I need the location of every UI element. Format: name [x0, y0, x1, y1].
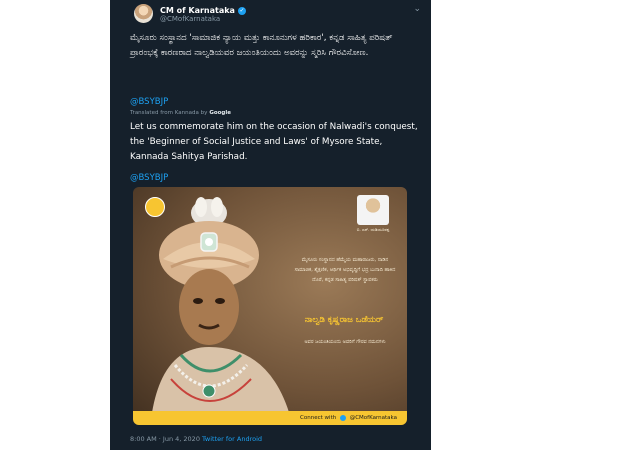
connect-handle: @CMofKarnataka	[349, 415, 397, 421]
verified-badge-icon: ✓	[237, 6, 246, 15]
cm-photo	[357, 195, 389, 225]
author-name-row[interactable]: CM of Karnataka ✓	[160, 6, 246, 15]
cm-caption: ಬಿ. ಎಸ್. ಯಡಿಯೂರಪ್ಪ	[356, 227, 390, 232]
poster-king-name: ನಾಲ್ವಡಿ ಕೃಷ್ಣರಾಜ ಒಡೆಯರ್	[304, 315, 384, 325]
tweet-text-english: Let us commemorate him on the occasion o…	[130, 122, 418, 162]
tweet-timestamp[interactable]: 8:00 AM · Jun 4, 2020	[130, 435, 200, 443]
tweet-header: CM of Karnataka ✓ @CMofKarnataka ⌄	[134, 4, 421, 24]
translation-label: Translated from Kannada by Google	[130, 110, 231, 116]
translated-from-text: Translated from Kannada by	[130, 110, 208, 116]
twitter-icon	[339, 414, 346, 421]
tweet-image[interactable]: ಬಿ. ಎಸ್. ಯಡಿಯೂರಪ್ಪ ಮೈಸೂರು ಸಂಸ್ಥಾನದ ಹೆಮ್ಮ…	[133, 187, 407, 425]
mention-link[interactable]: @BSYBJP	[130, 97, 168, 107]
tweet-footer: 8:00 AM · Jun 4, 2020 Twitter for Androi…	[130, 435, 262, 443]
google-logo: Google	[209, 110, 231, 116]
connect-label: Connect with	[300, 415, 337, 421]
author-handle[interactable]: @CMofKarnataka	[160, 15, 220, 23]
tweet-source[interactable]: Twitter for Android	[202, 435, 262, 443]
poster-connect-bar: Connect with @CMofKarnataka	[133, 411, 407, 425]
maharaja-portrait	[151, 197, 291, 419]
chevron-down-icon[interactable]: ⌄	[413, 4, 421, 14]
author-name[interactable]: CM of Karnataka	[160, 6, 235, 15]
author-avatar[interactable]	[134, 4, 153, 23]
poster-text-block: ಮೈಸೂರು ಸಂಸ್ಥಾನದ ಹೆಮ್ಮೆಯ ಮಹಾರಾಜರು, ನಾಡಿನ …	[294, 257, 396, 283]
poster-text-block-2: ಅವರ ಜಯಂತಿಯಂದು ಅವರಿಗೆ ಗೌರವ ನಮನಗಳು	[304, 339, 386, 345]
tweet-text-kannada: ಮೈಸೂರು ಸಂಸ್ಥಾನದ 'ಸಾಮಾಜಿಕ ನ್ಯಾಯ ಮತ್ತು ಕಾನ…	[130, 33, 393, 58]
mention-link-2[interactable]: @BSYBJP	[130, 173, 168, 183]
